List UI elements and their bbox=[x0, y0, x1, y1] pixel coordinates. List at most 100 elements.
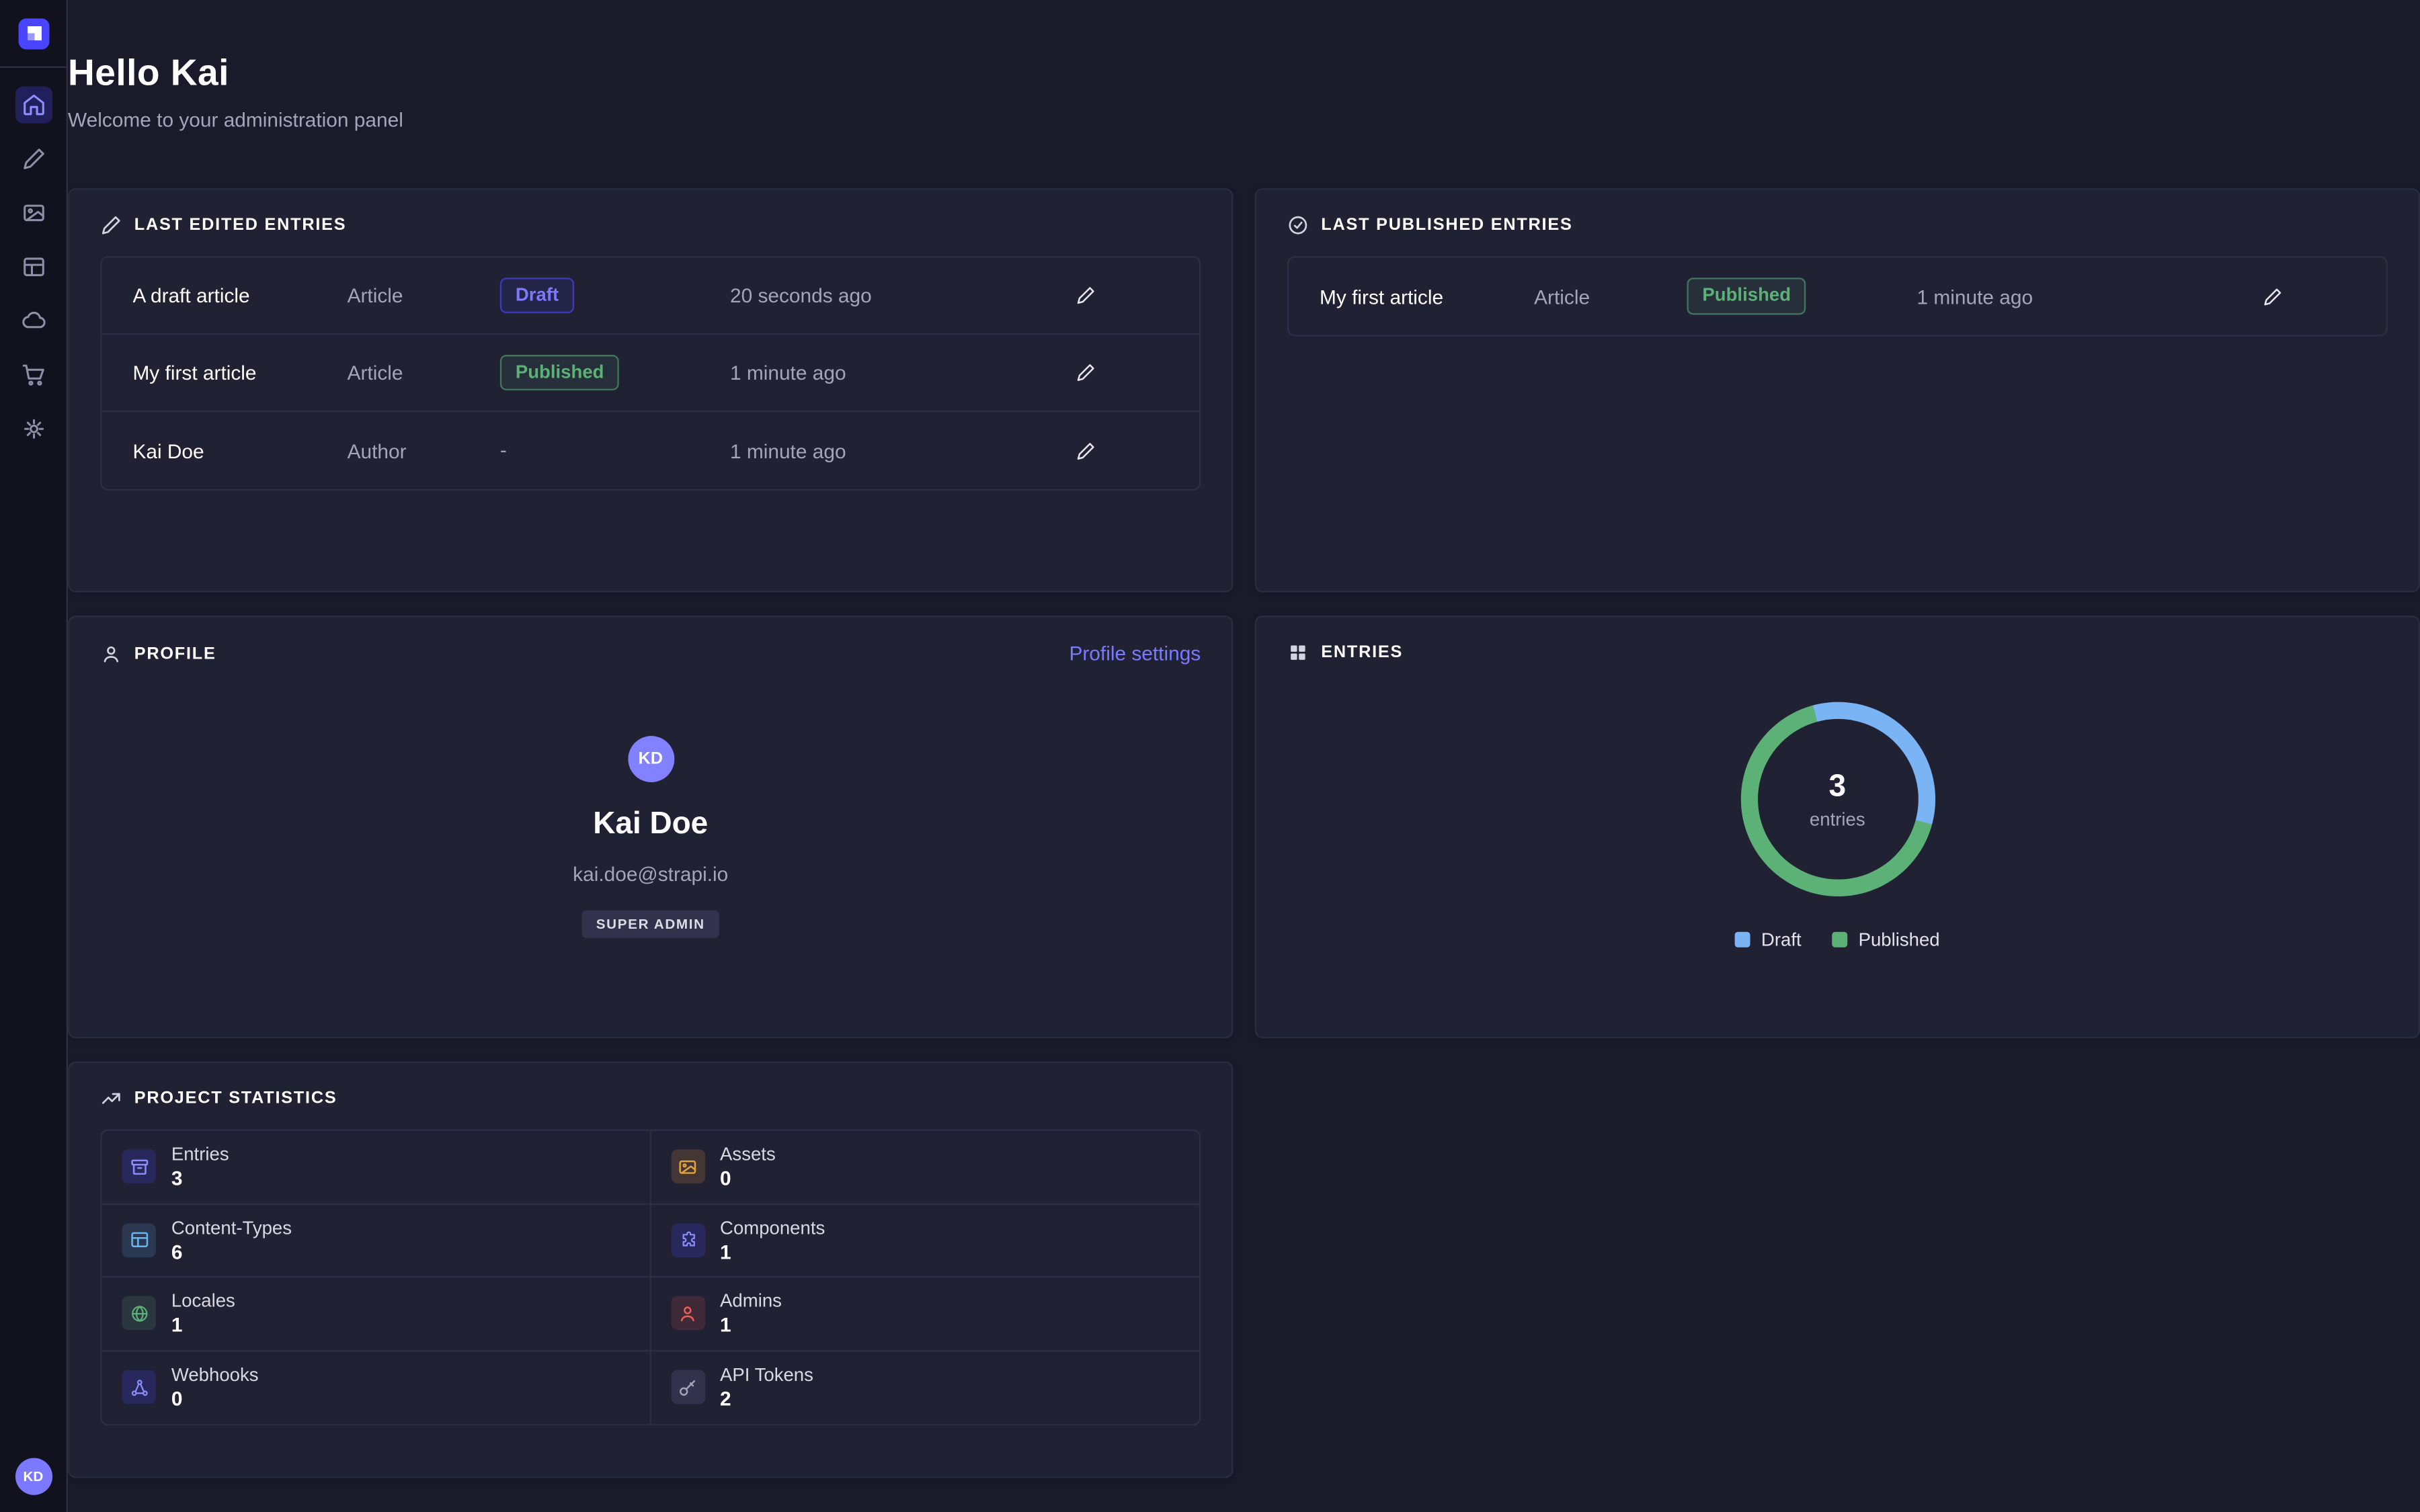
sidebar-item-deploy[interactable] bbox=[15, 302, 52, 339]
sidebar-item-content-manager[interactable] bbox=[15, 140, 52, 177]
profile-email: kai.doe@strapi.io bbox=[573, 862, 728, 885]
trend-up-icon bbox=[100, 1088, 122, 1109]
webhook-icon bbox=[122, 1370, 156, 1404]
sidebar-item-marketplace[interactable] bbox=[15, 356, 52, 393]
card-header: LAST PUBLISHED ENTRIES bbox=[1287, 214, 2388, 236]
pen-icon bbox=[21, 146, 46, 171]
pencil-icon bbox=[1075, 286, 1095, 306]
stat-components: Components1 bbox=[651, 1204, 1199, 1277]
edit-button[interactable] bbox=[1063, 274, 1106, 317]
profile-settings-link[interactable]: Profile settings bbox=[1069, 642, 1201, 665]
last-published-table: My first article Article Published 1 min… bbox=[1287, 256, 2388, 336]
stat-value: 0 bbox=[171, 1388, 259, 1411]
sidebar-item-home[interactable] bbox=[15, 87, 52, 124]
table-row[interactable]: Kai Doe Author - 1 minute ago bbox=[102, 412, 1199, 489]
stat-admins: Admins1 bbox=[651, 1277, 1199, 1351]
pencil-icon bbox=[1075, 440, 1095, 460]
legend-swatch-published bbox=[1832, 932, 1848, 948]
entry-status: Draft bbox=[500, 278, 730, 314]
stat-label: Webhooks bbox=[171, 1364, 259, 1386]
stat-locales: Locales1 bbox=[102, 1277, 651, 1351]
profile-body: KD Kai Doe kai.doe@strapi.io SUPER ADMIN bbox=[100, 736, 1201, 938]
page-subtitle: Welcome to your administration panel bbox=[68, 108, 2420, 131]
card-title: LAST PUBLISHED ENTRIES bbox=[1321, 216, 1572, 235]
card-header: LAST EDITED ENTRIES bbox=[100, 214, 1201, 236]
entry-type: Article bbox=[1534, 285, 1687, 308]
edit-button[interactable] bbox=[1063, 351, 1106, 394]
home-icon bbox=[21, 93, 46, 118]
card-title: PROFILE bbox=[134, 644, 216, 663]
stat-label: Components bbox=[720, 1217, 825, 1238]
donut-value: 3 bbox=[1829, 769, 1847, 805]
legend-swatch-draft bbox=[1735, 932, 1750, 948]
dashboard-grid: LAST EDITED ENTRIES A draft article Arti… bbox=[68, 188, 2420, 1478]
cloud-icon bbox=[21, 308, 46, 333]
stat-value: 1 bbox=[171, 1313, 235, 1336]
page-title: Hello Kai bbox=[68, 52, 2420, 95]
status-none: - bbox=[500, 438, 507, 461]
card-title: ENTRIES bbox=[1321, 643, 1403, 662]
stat-entries: Entries3 bbox=[102, 1131, 651, 1204]
table-row[interactable]: My first article Article Published 1 min… bbox=[102, 335, 1199, 412]
card-entries: ENTRIES 3 entries Draft bbox=[1255, 616, 2420, 1038]
avatar: KD bbox=[627, 736, 674, 782]
entry-status: Published bbox=[1687, 278, 1917, 314]
entry-name: Kai Doe bbox=[132, 439, 347, 462]
sidebar-item-content-type-builder[interactable] bbox=[15, 249, 52, 286]
sidebar-item-media-library[interactable] bbox=[15, 194, 52, 231]
profile-name: Kai Doe bbox=[593, 807, 708, 843]
entry-time: 1 minute ago bbox=[730, 361, 1063, 384]
layout-icon bbox=[122, 1223, 156, 1257]
legend-item-draft: Draft bbox=[1735, 929, 1802, 950]
legend-label: Draft bbox=[1761, 929, 1802, 950]
user-icon bbox=[671, 1296, 705, 1331]
gear-icon bbox=[21, 417, 46, 442]
card-last-published-entries: LAST PUBLISHED ENTRIES My first article … bbox=[1255, 188, 2420, 593]
card-profile: PROFILE Profile settings KD Kai Doe kai.… bbox=[68, 616, 1233, 1038]
card-header-left: PROFILE bbox=[100, 642, 216, 664]
role-badge: SUPER ADMIN bbox=[582, 911, 719, 938]
legend-label: Published bbox=[1859, 929, 1940, 950]
strapi-admin-dashboard: KD Hello Kai Welcome to your administrat… bbox=[0, 0, 2420, 1512]
stat-label: API Tokens bbox=[720, 1364, 813, 1386]
check-circle-icon bbox=[1287, 214, 1309, 236]
sidebar-item-settings[interactable] bbox=[15, 411, 52, 448]
stat-value: 2 bbox=[720, 1388, 813, 1411]
donut-label: entries bbox=[1810, 808, 1865, 829]
table-row[interactable]: A draft article Article Draft 20 seconds… bbox=[102, 257, 1199, 335]
status-badge-draft: Draft bbox=[500, 278, 574, 314]
stat-label: Content-Types bbox=[171, 1217, 292, 1238]
puzzle-icon bbox=[671, 1223, 705, 1257]
card-header: PROFILE Profile settings bbox=[100, 642, 1201, 665]
status-badge-published: Published bbox=[1687, 278, 1806, 314]
layout-icon bbox=[21, 255, 46, 280]
edit-button[interactable] bbox=[1063, 429, 1106, 472]
main-content: Hello Kai Welcome to your administration… bbox=[68, 0, 2420, 1512]
strapi-logo bbox=[0, 0, 67, 68]
entry-type: Article bbox=[348, 284, 500, 306]
stat-value: 3 bbox=[171, 1167, 229, 1189]
entry-name: A draft article bbox=[132, 284, 347, 306]
globe-icon bbox=[122, 1296, 156, 1331]
stat-label: Assets bbox=[720, 1144, 776, 1165]
entry-time: 1 minute ago bbox=[730, 439, 1063, 462]
user-avatar-menu[interactable]: KD bbox=[15, 1458, 52, 1495]
table-row[interactable]: My first article Article Published 1 min… bbox=[1289, 257, 2386, 335]
key-icon bbox=[671, 1370, 705, 1404]
stats-grid: Entries3 Assets 0 Content-Types6 Componen… bbox=[100, 1130, 1201, 1426]
entry-type: Author bbox=[348, 439, 500, 462]
pencil-icon bbox=[2262, 286, 2282, 306]
grid-icon bbox=[1287, 642, 1309, 663]
edit-button[interactable] bbox=[2250, 275, 2293, 318]
stat-label: Admins bbox=[720, 1290, 782, 1312]
image-icon bbox=[671, 1150, 705, 1184]
donut-center: 3 entries bbox=[1740, 702, 1935, 896]
stat-label: Entries bbox=[171, 1144, 229, 1165]
stat-api-tokens: API Tokens2 bbox=[651, 1351, 1199, 1424]
legend-item-published: Published bbox=[1832, 929, 1940, 950]
entry-name: My first article bbox=[1320, 285, 1534, 308]
cart-icon bbox=[21, 363, 46, 388]
stat-value: 6 bbox=[171, 1240, 292, 1263]
stat-value: 1 bbox=[720, 1240, 825, 1263]
stat-value: 1 bbox=[720, 1313, 782, 1336]
